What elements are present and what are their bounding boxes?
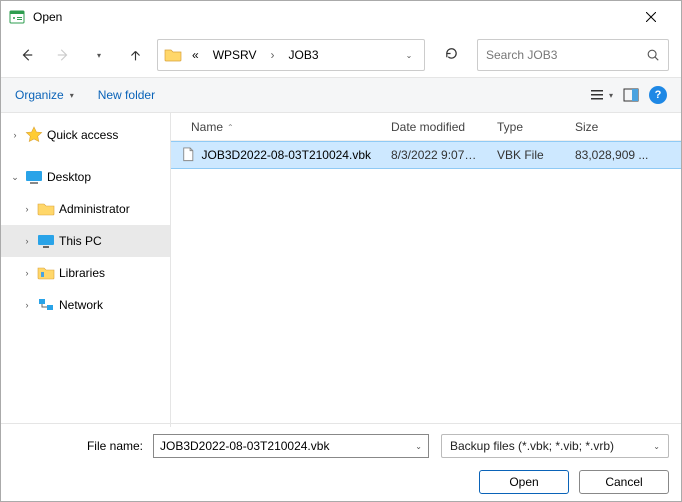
libraries-icon [37, 264, 55, 282]
chevron-down-icon: ▾ [70, 91, 74, 100]
filename-input[interactable]: JOB3D2022-08-03T210024.vbk ⌄ [153, 434, 429, 458]
addr-dropdown[interactable]: ⌄ [400, 51, 418, 60]
file-type-filter[interactable]: Backup files (*.vbk; *.vib; *.vrb) ⌄ [441, 434, 669, 458]
column-headers: Name⌃ Date modified Type Size [171, 113, 681, 141]
chevron-right-icon: › [21, 204, 33, 214]
tree-label: Libraries [59, 266, 105, 280]
tree-libraries[interactable]: › Libraries [1, 257, 170, 289]
chevron-right-icon: › [21, 236, 33, 246]
open-button[interactable]: Open▾ [479, 470, 569, 494]
col-type[interactable]: Type [487, 120, 565, 134]
nav-tree: › Quick access ⌄ Desktop › Administrator… [1, 113, 171, 427]
search-placeholder: Search JOB3 [486, 48, 646, 62]
tree-label: This PC [59, 234, 102, 248]
tree-label: Administrator [59, 202, 130, 216]
titlebar: Open [1, 1, 681, 33]
chevron-right-icon: › [21, 268, 33, 278]
cancel-button[interactable]: Cancel [579, 470, 669, 494]
crumb-wpsrv[interactable]: WPSRV [209, 46, 261, 64]
chevron-right-icon: › [266, 46, 278, 64]
file-date: 8/3/2022 9:07 PM [381, 148, 487, 162]
file-name: JOB3D2022-08-03T210024.vbk [202, 148, 371, 162]
search-icon [646, 48, 660, 62]
recent-dropdown[interactable]: ▾ [85, 41, 113, 69]
address-bar[interactable]: « WPSRV › JOB3 ⌄ [157, 39, 425, 71]
tree-label: Desktop [47, 170, 91, 184]
folder-icon [37, 200, 55, 218]
file-row[interactable]: JOB3D2022-08-03T210024.vbk 8/3/2022 9:07… [171, 141, 681, 169]
nav-row: ▾ « WPSRV › JOB3 ⌄ Search JOB3 [1, 33, 681, 77]
crumb-overflow[interactable]: « [188, 46, 203, 64]
tree-desktop[interactable]: ⌄ Desktop [1, 161, 170, 193]
up-button[interactable] [121, 41, 149, 69]
search-input[interactable]: Search JOB3 [477, 39, 669, 71]
tree-quick-access[interactable]: › Quick access [1, 119, 170, 151]
bottom-panel: File name: JOB3D2022-08-03T210024.vbk ⌄ … [1, 423, 681, 501]
filename-label: File name: [13, 439, 143, 453]
tree-network[interactable]: › Network [1, 289, 170, 321]
preview-pane-button[interactable] [623, 87, 639, 103]
back-button[interactable] [13, 41, 41, 69]
filename-value: JOB3D2022-08-03T210024.vbk [160, 439, 415, 453]
tree-this-pc[interactable]: › This PC [1, 225, 170, 257]
view-mode-button[interactable]: ▾ [589, 87, 613, 103]
toolbar: Organize ▾ New folder ▾ ? [1, 77, 681, 113]
forward-button[interactable] [49, 41, 77, 69]
close-button[interactable] [629, 1, 673, 33]
network-icon [37, 296, 55, 314]
chevron-right-icon: › [21, 300, 33, 310]
col-size[interactable]: Size [565, 120, 681, 134]
refresh-button[interactable] [437, 46, 465, 64]
file-type: VBK File [487, 148, 565, 162]
chevron-down-icon: ⌄ [9, 172, 21, 183]
organize-label: Organize [15, 88, 64, 102]
tree-administrator[interactable]: › Administrator [1, 193, 170, 225]
star-icon [25, 126, 43, 144]
filter-label: Backup files (*.vbk; *.vib; *.vrb) [450, 439, 614, 453]
col-date[interactable]: Date modified [381, 120, 487, 134]
crumb-job3[interactable]: JOB3 [284, 46, 322, 64]
window-title: Open [33, 10, 62, 24]
organize-menu[interactable]: Organize ▾ [15, 88, 74, 102]
folder-icon [164, 46, 182, 64]
file-size: 83,028,909 ... [565, 148, 681, 162]
sort-asc-icon: ⌃ [227, 123, 234, 132]
file-list: Name⌃ Date modified Type Size JOB3D2022-… [171, 113, 681, 427]
desktop-icon [25, 168, 43, 186]
chevron-right-icon: › [9, 130, 21, 140]
chevron-down-icon: ▾ [609, 91, 613, 100]
tree-label: Quick access [47, 128, 118, 142]
file-icon [181, 147, 196, 163]
app-icon [9, 9, 25, 25]
chevron-down-icon[interactable]: ⌄ [415, 442, 422, 451]
main-area: › Quick access ⌄ Desktop › Administrator… [1, 113, 681, 427]
new-folder-button[interactable]: New folder [98, 88, 155, 102]
col-name[interactable]: Name⌃ [171, 120, 381, 134]
pc-icon [37, 232, 55, 250]
tree-label: Network [59, 298, 103, 312]
chevron-down-icon: ⌄ [653, 442, 660, 451]
help-button[interactable]: ? [649, 86, 667, 104]
